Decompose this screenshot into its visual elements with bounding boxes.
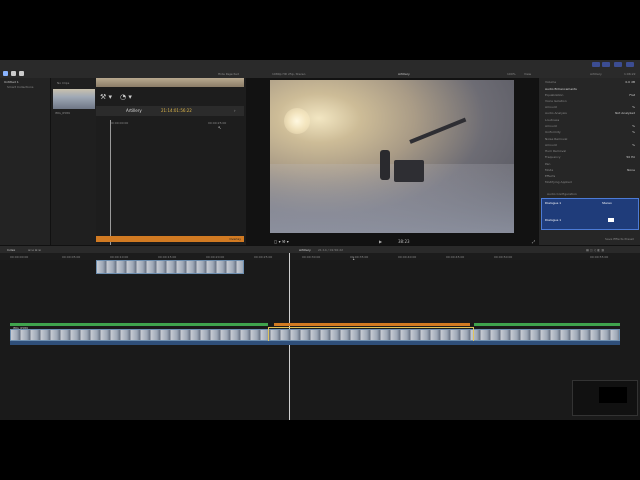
chevron-right-icon[interactable]: › [234, 108, 236, 113]
audio-waveform[interactable] [10, 341, 620, 345]
timeline-index-button[interactable]: Index [7, 248, 15, 252]
toolbar: Hide Rejected 1080p HD 25p, Stereo Artil… [0, 60, 640, 79]
ruler-tick: 00:00:15:00 [158, 255, 177, 259]
overlay-label: Overlay [229, 237, 241, 241]
ruler-tick: 00:00:20:00 [206, 255, 225, 259]
viewer: ◻ ▾ ⚒ ▾ ▶ 38:23 ⤢ [246, 78, 538, 248]
mouse-cursor-icon: ↖ [218, 125, 222, 130]
ruler-tick: 00:00:45:00 [446, 255, 465, 259]
ruler-tick: 00:00:50:00 [494, 255, 513, 259]
clip-strip-top [96, 78, 244, 87]
viewer-frame[interactable] [270, 80, 514, 233]
timeline[interactable]: ⇣ IMG_6589 [0, 253, 640, 420]
audio-meter-panel [572, 380, 638, 416]
artillery-gun [394, 160, 424, 182]
clip-name[interactable]: Artillery [126, 108, 142, 113]
timeline-ruler[interactable]: 00:00:00:00 00:00:05:00 00:00:10:00 00:0… [0, 253, 640, 260]
dialogue-channel-2[interactable]: Dialogue 1 [545, 218, 561, 222]
timeline-project-name[interactable]: Artillery [299, 248, 311, 252]
clip-header-bar: Artillery 21:14:01:56:22 › [96, 106, 244, 116]
overlay-clip[interactable] [96, 260, 244, 274]
gun-barrel [409, 117, 467, 144]
clip-timecode: 21:14:01:56:22 [161, 108, 192, 113]
libraries-sidebar: Untitled 1 Smart Collections [0, 78, 51, 248]
clip-start-timecode: 00:00:00:00 [110, 121, 129, 125]
sidebar-item-smart-collections[interactable]: Smart Collections [7, 85, 33, 89]
dialogue-channel-1[interactable]: Dialogue 1 [545, 201, 561, 205]
viewer-tools-icon[interactable]: ◻ ▾ ⚒ ▾ [274, 239, 289, 244]
audio-config-label: Audio Configuration [547, 192, 577, 196]
audio-config-box[interactable]: Dialogue 1 Stereo Dialogue 1 [541, 198, 639, 230]
connected-title-green-2[interactable] [474, 323, 620, 326]
zoom-level[interactable]: 100% [507, 72, 516, 76]
hide-rejected-filter[interactable]: Hide Rejected [218, 72, 239, 76]
workspace-button-1[interactable] [592, 62, 600, 67]
ruler-tick: 00:00:10:00 [110, 255, 129, 259]
workspace-button-2[interactable] [602, 62, 610, 67]
titles-icon[interactable] [19, 71, 24, 76]
browser-header: No Clips [57, 81, 70, 85]
meter-display [599, 387, 627, 403]
ruler-tick: 00:00:30:00 [302, 255, 321, 259]
inspector: Audio Enhancements Volume 0.0 dB Equaliza… [538, 78, 640, 248]
inspector-header: Audio Enhancements [545, 87, 577, 91]
inspector-duration: 1:06:22 [624, 72, 636, 76]
ruler-tick: 00:00:25:00 [254, 255, 273, 259]
timeline-view-icons[interactable]: ▦ ◫ ♫ ◧ ◨ [586, 248, 604, 252]
ruler-tick: 00:00:00:00 [10, 255, 29, 259]
ruler-tick: 00:00:40:00 [398, 255, 417, 259]
inspector-row[interactable]: Frequency 50 Hz [541, 155, 639, 161]
photos-icon[interactable] [11, 71, 16, 76]
clip-thumbnail[interactable] [53, 89, 95, 109]
fullscreen-icon[interactable]: ⤢ [532, 239, 535, 244]
overlay-bar[interactable]: Overlay [96, 236, 244, 242]
connected-title-green-1[interactable] [10, 323, 268, 326]
library-icon[interactable] [3, 71, 8, 76]
waveform-icon [608, 218, 614, 222]
clip-label: IMG_6589 [55, 111, 70, 115]
project-format: 1080p HD 25p, Stereo [272, 72, 306, 76]
connected-title-orange[interactable] [274, 323, 470, 326]
speed-icon[interactable]: ◔ ▾ [120, 94, 132, 101]
inspector-row[interactable]: Volume 0.0 dB [541, 80, 639, 86]
browser: No Clips IMG_6589 [51, 78, 96, 248]
primary-clip-label: IMG_6589 [13, 326, 28, 330]
ruler-tick: 00:00:05:00 [62, 255, 81, 259]
play-icon[interactable]: ▶ [379, 239, 382, 244]
soldier-figure [380, 150, 390, 180]
ruler-tick: 00:00:55:00 [590, 255, 609, 259]
workspace-button-3[interactable] [614, 62, 622, 67]
app-window: Hide Rejected 1080p HD 25p, Stereo Artil… [0, 60, 640, 420]
timeline-tools-icon[interactable]: ⊞ ⊟ ⊠ ⊞ [28, 248, 41, 252]
inspector-row[interactable]: Modifying Applied [541, 180, 639, 186]
sidebar-item-library[interactable]: Untitled 1 [4, 80, 19, 84]
inspector-row[interactable]: Uniformity% [541, 130, 639, 136]
viewer-timecode: 38:23 [398, 239, 410, 244]
inspector-clip-name: Artillery [590, 72, 602, 76]
inspector-row[interactable]: Audio Analysis Not Analyzed [541, 111, 639, 117]
tool-select-icon[interactable]: ⚒ ▾ [100, 94, 112, 101]
project-title: Artillery [398, 72, 410, 76]
skimmer-cursor-icon: ⇣ [352, 256, 356, 261]
stereo-select[interactable]: Stereo [602, 201, 612, 205]
view-menu[interactable]: View [524, 72, 531, 76]
sun-glare [284, 108, 310, 134]
save-preset-button[interactable]: Save Effects Preset [605, 237, 634, 241]
timeline-duration: 21:14 / 01:56:22 [318, 248, 344, 252]
share-button[interactable] [626, 62, 634, 67]
clip-panel: ⚒ ▾ ◔ ▾ Artillery 21:14:01:56:22 › 00:00… [96, 78, 246, 295]
